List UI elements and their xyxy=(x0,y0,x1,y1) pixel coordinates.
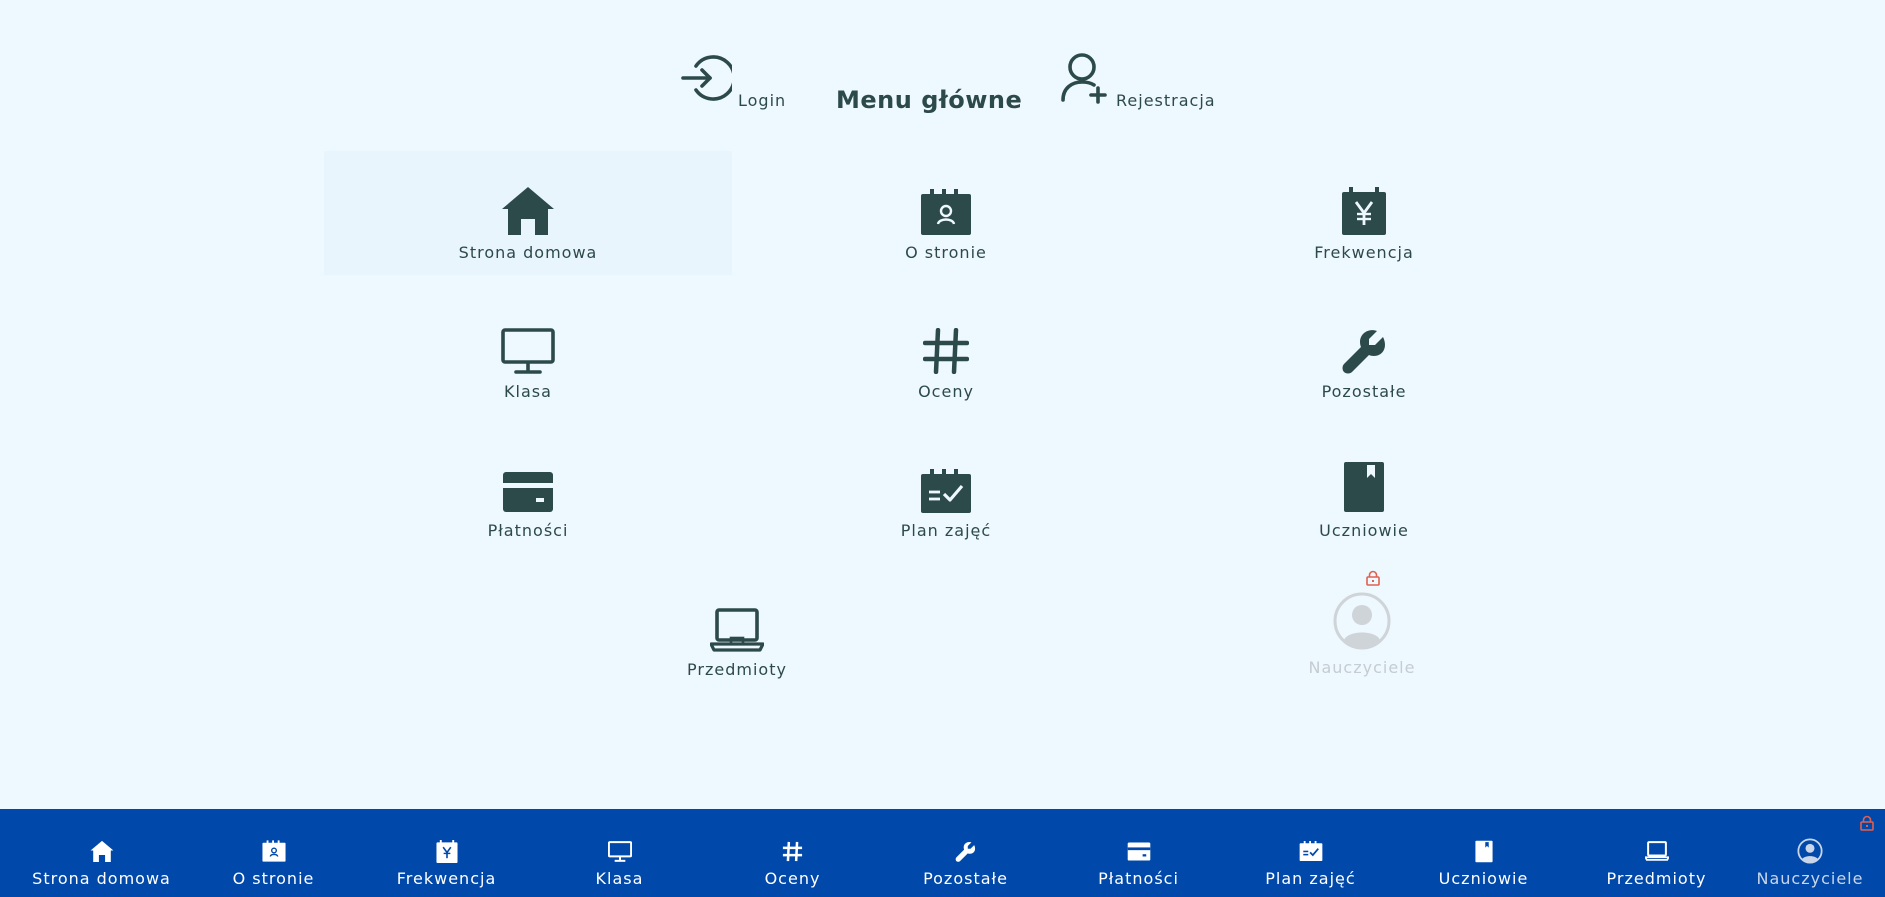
calendar-check-icon xyxy=(1299,839,1323,863)
tile-label: Pozostałe xyxy=(1321,382,1407,401)
tile-label: Klasa xyxy=(504,382,552,401)
bottom-nav-label: Nauczyciele xyxy=(1756,869,1864,888)
bottom-nav-label: Strona domowa xyxy=(32,869,171,888)
calendar-badge-icon xyxy=(261,839,286,863)
hash-icon xyxy=(782,839,803,863)
tile-label: Frekwencja xyxy=(1314,243,1414,262)
bottom-nav-label: Pozostałe xyxy=(923,869,1008,888)
bottom-nav-nauczyciele[interactable]: Nauczyciele xyxy=(1740,809,1880,897)
bottom-nav-platnosci[interactable]: Płatności xyxy=(1052,809,1225,897)
tile-label: Płatności xyxy=(487,521,569,540)
bottom-nav-plan-zajec[interactable]: Plan zajęć xyxy=(1224,809,1397,897)
bottom-nav-oceny[interactable]: Oceny xyxy=(706,809,879,897)
bottom-nav-label: O stronie xyxy=(232,869,315,888)
tile-label: O stronie xyxy=(905,243,987,262)
login-icon xyxy=(680,52,737,108)
home-icon xyxy=(90,839,114,863)
hash-icon xyxy=(923,320,969,374)
book-icon xyxy=(1343,459,1385,513)
credit-card-icon xyxy=(502,459,554,513)
tile-platnosci[interactable]: Płatności xyxy=(324,429,732,553)
register-button[interactable]: Rejestracja xyxy=(1060,52,1216,110)
user-plus-icon xyxy=(1060,52,1110,108)
monitor-icon xyxy=(607,839,632,863)
home-icon xyxy=(501,181,555,235)
bottom-nav-label: Oceny xyxy=(764,869,821,888)
bottom-nav-label: Płatności xyxy=(1098,869,1179,888)
calendar-yen-icon xyxy=(435,839,458,863)
tile-label: Plan zajęć xyxy=(900,521,992,540)
lock-icon xyxy=(1860,815,1874,835)
tile-label: Uczniowie xyxy=(1319,521,1409,540)
calendar-yen-icon xyxy=(1341,181,1387,235)
tile-label: Przedmioty xyxy=(687,660,787,679)
tile-label: Strona domowa xyxy=(458,243,598,262)
tile-przedmioty[interactable]: Przedmioty xyxy=(533,568,941,692)
bottom-nav-label: Uczniowie xyxy=(1438,869,1529,888)
tile-pozostale[interactable]: Pozostałe xyxy=(1160,290,1568,414)
bottom-nav-o-stronie[interactable]: O stronie xyxy=(187,809,360,897)
login-button[interactable]: Login xyxy=(680,52,787,110)
tile-o-stronie[interactable]: O stronie xyxy=(742,151,1150,275)
book-icon xyxy=(1474,839,1493,863)
tile-strona-domowa[interactable]: Strona domowa xyxy=(324,151,732,275)
calendar-check-icon xyxy=(920,459,972,513)
header: Login Menu główne Rejestracja xyxy=(0,0,1885,130)
user-circle-icon xyxy=(1797,838,1823,864)
tile-klasa[interactable]: Klasa xyxy=(324,290,732,414)
bottom-nav-frekwencja[interactable]: Frekwencja xyxy=(360,809,533,897)
bottom-nav-label: Plan zajęć xyxy=(1265,869,1356,888)
bottom-nav-strona-domowa[interactable]: Strona domowa xyxy=(15,809,188,897)
credit-card-icon xyxy=(1127,839,1151,863)
tile-nauczyciele[interactable]: Nauczyciele xyxy=(1158,568,1566,692)
bottom-nav-label: Frekwencja xyxy=(396,869,497,888)
page-title: Menu główne xyxy=(836,86,1023,114)
monitor-icon xyxy=(501,320,555,374)
lock-icon xyxy=(1366,570,1380,590)
tile-label: Nauczyciele xyxy=(1308,658,1416,677)
bottom-nav-przedmioty[interactable]: Przedmioty xyxy=(1570,809,1743,897)
register-label: Rejestracja xyxy=(1116,91,1216,110)
tile-plan-zajec[interactable]: Plan zajęć xyxy=(742,429,1150,553)
bottom-nav-label: Przedmioty xyxy=(1606,869,1707,888)
wrench-icon xyxy=(955,839,976,863)
bottom-nav-uczniowie[interactable]: Uczniowie xyxy=(1397,809,1570,897)
calendar-badge-icon xyxy=(920,181,972,235)
bottom-nav-label: Klasa xyxy=(595,869,644,888)
tile-label: Oceny xyxy=(918,382,974,401)
bottom-nav-klasa[interactable]: Klasa xyxy=(533,809,706,897)
bottom-nav-pozostale[interactable]: Pozostałe xyxy=(879,809,1052,897)
wrench-icon xyxy=(1341,320,1387,374)
tile-oceny[interactable]: Oceny xyxy=(742,290,1150,414)
tile-uczniowie[interactable]: Uczniowie xyxy=(1160,429,1568,553)
laptop-icon xyxy=(710,598,764,652)
login-label: Login xyxy=(738,91,787,110)
user-circle-icon xyxy=(1333,592,1391,650)
tile-frekwencja[interactable]: Frekwencja xyxy=(1160,151,1568,275)
laptop-icon xyxy=(1644,839,1669,863)
bottom-nav: Strona domowa O stronie Frekwencja Klasa… xyxy=(0,809,1885,897)
